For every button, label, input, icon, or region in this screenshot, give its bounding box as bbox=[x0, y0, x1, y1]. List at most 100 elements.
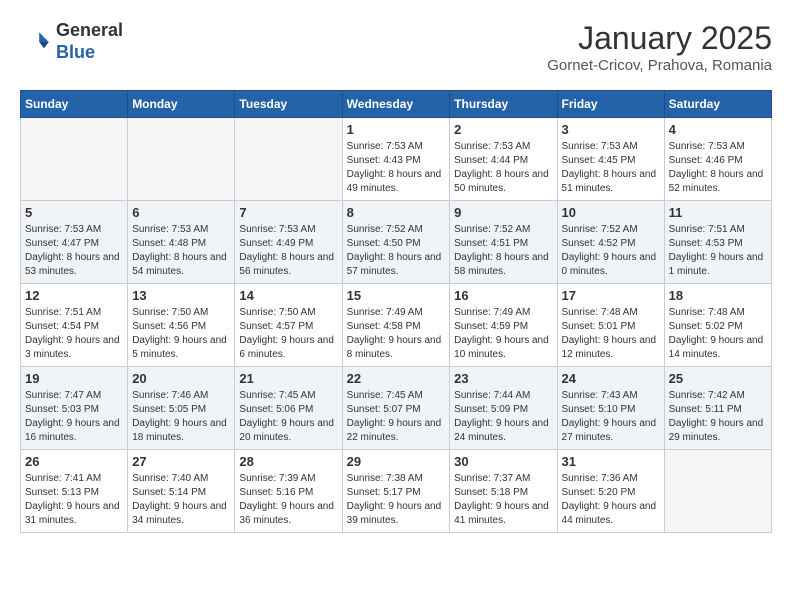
day-info: Sunrise: 7:38 AM Sunset: 5:17 PM Dayligh… bbox=[347, 472, 446, 528]
day-info: Sunrise: 7:41 AM Sunset: 5:13 PM Dayligh… bbox=[25, 472, 123, 528]
day-number: 28 bbox=[239, 454, 337, 469]
day-info: Sunrise: 7:50 AM Sunset: 4:57 PM Dayligh… bbox=[239, 306, 337, 362]
weekday-header: Thursday bbox=[450, 91, 557, 118]
logo: General Blue bbox=[20, 20, 123, 63]
day-info: Sunrise: 7:45 AM Sunset: 5:07 PM Dayligh… bbox=[347, 389, 446, 445]
logo-text: General Blue bbox=[56, 20, 123, 63]
day-number: 3 bbox=[562, 122, 660, 137]
calendar-cell: 28 Sunrise: 7:39 AM Sunset: 5:16 PM Dayli… bbox=[235, 450, 342, 533]
calendar-cell: 23 Sunrise: 7:44 AM Sunset: 5:09 PM Dayli… bbox=[450, 367, 557, 450]
day-info: Sunrise: 7:53 AM Sunset: 4:48 PM Dayligh… bbox=[132, 223, 230, 279]
calendar-cell: 8 Sunrise: 7:52 AM Sunset: 4:50 PM Daylig… bbox=[342, 201, 450, 284]
day-number: 16 bbox=[454, 288, 552, 303]
day-info: Sunrise: 7:49 AM Sunset: 4:58 PM Dayligh… bbox=[347, 306, 446, 362]
calendar-cell: 22 Sunrise: 7:45 AM Sunset: 5:07 PM Dayli… bbox=[342, 367, 450, 450]
calendar-cell bbox=[235, 118, 342, 201]
day-info: Sunrise: 7:52 AM Sunset: 4:50 PM Dayligh… bbox=[347, 223, 446, 279]
day-number: 14 bbox=[239, 288, 337, 303]
weekday-header: Friday bbox=[557, 91, 664, 118]
day-info: Sunrise: 7:49 AM Sunset: 4:59 PM Dayligh… bbox=[454, 306, 552, 362]
day-info: Sunrise: 7:43 AM Sunset: 5:10 PM Dayligh… bbox=[562, 389, 660, 445]
calendar-cell bbox=[664, 450, 771, 533]
calendar-cell bbox=[21, 118, 128, 201]
calendar-cell: 6 Sunrise: 7:53 AM Sunset: 4:48 PM Daylig… bbox=[128, 201, 235, 284]
day-number: 12 bbox=[25, 288, 123, 303]
day-number: 6 bbox=[132, 205, 230, 220]
day-info: Sunrise: 7:48 AM Sunset: 5:01 PM Dayligh… bbox=[562, 306, 660, 362]
calendar-cell: 1 Sunrise: 7:53 AM Sunset: 4:43 PM Daylig… bbox=[342, 118, 450, 201]
day-number: 17 bbox=[562, 288, 660, 303]
day-number: 26 bbox=[25, 454, 123, 469]
calendar-cell bbox=[128, 118, 235, 201]
day-number: 19 bbox=[25, 371, 123, 386]
month-title: January 2025 bbox=[547, 20, 772, 57]
day-info: Sunrise: 7:53 AM Sunset: 4:49 PM Dayligh… bbox=[239, 223, 337, 279]
weekday-header: Sunday bbox=[21, 91, 128, 118]
day-number: 25 bbox=[669, 371, 767, 386]
calendar-cell: 25Sunrise: 7:42 AM Sunset: 5:11 PM Dayli… bbox=[664, 367, 771, 450]
calendar-week-row: 12 Sunrise: 7:51 AM Sunset: 4:54 PM Dayli… bbox=[21, 284, 772, 367]
calendar-cell: 31 Sunrise: 7:36 AM Sunset: 5:20 PM Dayli… bbox=[557, 450, 664, 533]
calendar-cell: 24 Sunrise: 7:43 AM Sunset: 5:10 PM Dayli… bbox=[557, 367, 664, 450]
day-info: Sunrise: 7:47 AM Sunset: 5:03 PM Dayligh… bbox=[25, 389, 123, 445]
day-number: 24 bbox=[562, 371, 660, 386]
day-info: Sunrise: 7:53 AM Sunset: 4:46 PM Dayligh… bbox=[669, 140, 767, 196]
day-number: 1 bbox=[347, 122, 446, 137]
day-info: Sunrise: 7:53 AM Sunset: 4:47 PM Dayligh… bbox=[25, 223, 123, 279]
day-number: 27 bbox=[132, 454, 230, 469]
calendar-cell: 4 Sunrise: 7:53 AM Sunset: 4:46 PM Daylig… bbox=[664, 118, 771, 201]
calendar-cell: 3 Sunrise: 7:53 AM Sunset: 4:45 PM Daylig… bbox=[557, 118, 664, 201]
calendar-cell: 29Sunrise: 7:38 AM Sunset: 5:17 PM Dayli… bbox=[342, 450, 450, 533]
day-number: 20 bbox=[132, 371, 230, 386]
day-info: Sunrise: 7:53 AM Sunset: 4:43 PM Dayligh… bbox=[347, 140, 446, 196]
day-info: Sunrise: 7:36 AM Sunset: 5:20 PM Dayligh… bbox=[562, 472, 660, 528]
day-number: 31 bbox=[562, 454, 660, 469]
day-number: 10 bbox=[562, 205, 660, 220]
day-number: 23 bbox=[454, 371, 552, 386]
day-number: 2 bbox=[454, 122, 552, 137]
day-number: 15 bbox=[347, 288, 446, 303]
calendar-cell: 5 Sunrise: 7:53 AM Sunset: 4:47 PM Daylig… bbox=[21, 201, 128, 284]
calendar-cell: 17 Sunrise: 7:48 AM Sunset: 5:01 PM Dayli… bbox=[557, 284, 664, 367]
calendar-cell: 10Sunrise: 7:52 AM Sunset: 4:52 PM Dayli… bbox=[557, 201, 664, 284]
calendar-cell: 27Sunrise: 7:40 AM Sunset: 5:14 PM Dayli… bbox=[128, 450, 235, 533]
calendar-cell: 30Sunrise: 7:37 AM Sunset: 5:18 PM Dayli… bbox=[450, 450, 557, 533]
day-number: 4 bbox=[669, 122, 767, 137]
calendar-cell: 19 Sunrise: 7:47 AM Sunset: 5:03 PM Dayli… bbox=[21, 367, 128, 450]
weekday-header: Tuesday bbox=[235, 91, 342, 118]
calendar-week-row: 19 Sunrise: 7:47 AM Sunset: 5:03 PM Dayli… bbox=[21, 367, 772, 450]
day-info: Sunrise: 7:51 AM Sunset: 4:53 PM Dayligh… bbox=[669, 223, 767, 279]
calendar-cell: 18Sunrise: 7:48 AM Sunset: 5:02 PM Dayli… bbox=[664, 284, 771, 367]
calendar-cell: 21Sunrise: 7:45 AM Sunset: 5:06 PM Dayli… bbox=[235, 367, 342, 450]
title-block: January 2025 Gornet-Cricov, Prahova, Rom… bbox=[547, 20, 772, 74]
calendar-cell: 11 Sunrise: 7:51 AM Sunset: 4:53 PM Dayli… bbox=[664, 201, 771, 284]
day-number: 22 bbox=[347, 371, 446, 386]
day-number: 9 bbox=[454, 205, 552, 220]
calendar-week-row: 26 Sunrise: 7:41 AM Sunset: 5:13 PM Dayli… bbox=[21, 450, 772, 533]
calendar-cell: 26 Sunrise: 7:41 AM Sunset: 5:13 PM Dayli… bbox=[21, 450, 128, 533]
day-number: 7 bbox=[239, 205, 337, 220]
day-number: 13 bbox=[132, 288, 230, 303]
day-info: Sunrise: 7:51 AM Sunset: 4:54 PM Dayligh… bbox=[25, 306, 123, 362]
day-number: 8 bbox=[347, 205, 446, 220]
logo-icon bbox=[20, 26, 52, 58]
calendar-cell: 13Sunrise: 7:50 AM Sunset: 4:56 PM Dayli… bbox=[128, 284, 235, 367]
calendar-cell: 2Sunrise: 7:53 AM Sunset: 4:44 PM Daylig… bbox=[450, 118, 557, 201]
day-number: 5 bbox=[25, 205, 123, 220]
day-number: 11 bbox=[669, 205, 767, 220]
calendar-cell: 9 Sunrise: 7:52 AM Sunset: 4:51 PM Daylig… bbox=[450, 201, 557, 284]
day-info: Sunrise: 7:37 AM Sunset: 5:18 PM Dayligh… bbox=[454, 472, 552, 528]
weekday-header: Saturday bbox=[664, 91, 771, 118]
weekday-header: Wednesday bbox=[342, 91, 450, 118]
calendar-cell: 15 Sunrise: 7:49 AM Sunset: 4:58 PM Dayli… bbox=[342, 284, 450, 367]
location-subtitle: Gornet-Cricov, Prahova, Romania bbox=[547, 57, 772, 74]
day-info: Sunrise: 7:39 AM Sunset: 5:16 PM Dayligh… bbox=[239, 472, 337, 528]
day-info: Sunrise: 7:44 AM Sunset: 5:09 PM Dayligh… bbox=[454, 389, 552, 445]
calendar-cell: 16 Sunrise: 7:49 AM Sunset: 4:59 PM Dayli… bbox=[450, 284, 557, 367]
calendar-table: SundayMondayTuesdayWednesdayThursdayFrid… bbox=[20, 90, 772, 533]
weekday-header: Monday bbox=[128, 91, 235, 118]
day-info: Sunrise: 7:53 AM Sunset: 4:45 PM Dayligh… bbox=[562, 140, 660, 196]
day-info: Sunrise: 7:46 AM Sunset: 5:05 PM Dayligh… bbox=[132, 389, 230, 445]
day-info: Sunrise: 7:45 AM Sunset: 5:06 PM Dayligh… bbox=[239, 389, 337, 445]
day-info: Sunrise: 7:52 AM Sunset: 4:51 PM Dayligh… bbox=[454, 223, 552, 279]
